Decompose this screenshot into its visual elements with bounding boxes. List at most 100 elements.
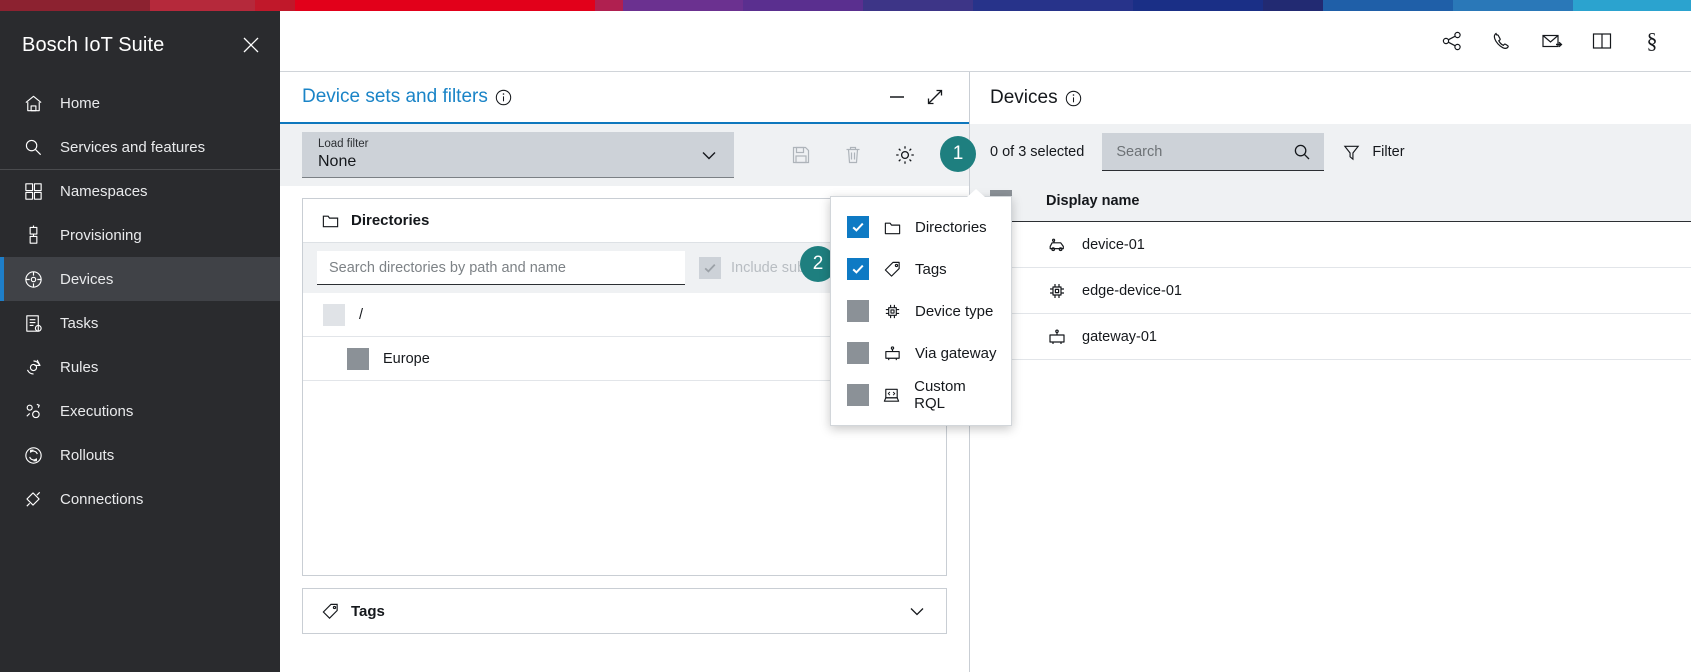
dropdown-item-device-type[interactable]: Device type [831,290,1011,332]
home-icon [22,92,44,114]
devices-search-input[interactable] [1116,143,1287,160]
load-filter-select[interactable]: Load filter None [302,132,734,178]
tag-icon [321,602,340,621]
funnel-icon [1342,143,1361,162]
sidebar-item-devices[interactable]: Devices [0,257,280,301]
sidebar-item-label: Provisioning [60,226,142,244]
dropdown-checkbox[interactable] [847,300,869,322]
phone-icon[interactable] [1489,28,1515,54]
devices-panel: Devices 0 of 3 selected Search Filter Di… [970,72,1691,672]
expand-icon[interactable] [923,85,947,109]
annotation-badge-1: 1 [940,136,976,172]
tags-card[interactable]: Tags [302,588,947,634]
dropdown-item-directories[interactable]: Directories [831,206,1011,248]
sidebar-item-label: Connections [60,490,144,508]
device-name-label: edge-device-01 [1082,282,1182,299]
car-icon [1046,234,1068,256]
mail-icon[interactable] [1539,28,1565,54]
devices-search-box[interactable] [1102,133,1325,171]
filter-button-label: Filter [1372,144,1405,160]
dropdown-item-via-gateway[interactable]: Via gateway [831,332,1011,374]
sidebar-item-connections[interactable]: Connections [0,477,280,521]
supergraphic-segment [595,0,623,11]
directories-card-title: Directories [351,212,430,229]
sidebar-item-label: Tasks [60,314,99,332]
dropdown-checkbox[interactable] [847,342,869,364]
chevron-down-icon [698,144,720,166]
sidebar-item-home[interactable]: Home [0,81,280,125]
sidebar: Bosch IoT Suite Home Services and feature… [0,11,280,672]
table-row[interactable]: edge-device-01 [970,268,1691,314]
dropdown-item-tags[interactable]: Tags [831,248,1011,290]
save-icon[interactable] [788,142,814,168]
executions-icon [22,400,44,422]
supergraphic-segment [743,0,863,11]
minimize-icon[interactable] [885,85,909,109]
search-directories-input[interactable] [317,251,685,285]
left-panel-header: Device sets and filters [280,72,969,124]
tags-card-header[interactable]: Tags [303,589,946,633]
search-icon[interactable] [1292,142,1312,162]
sidebar-item-label: Home [60,94,101,112]
dropdown-checkbox[interactable] [847,216,869,238]
tasks-icon [22,312,44,334]
connections-icon [22,488,44,510]
folder-icon [882,217,902,237]
device-name-label: device-01 [1082,236,1145,253]
app-title: Bosch IoT Suite [22,33,165,56]
dropdown-item-label: Custom RQL [914,378,966,412]
sidebar-item-executions[interactable]: Executions [0,389,280,433]
sidebar-item-rollouts[interactable]: Rollouts [0,433,280,477]
info-icon[interactable] [495,89,512,106]
sidebar-nav-list: Home Services and features Namespaces Provi… [0,81,280,521]
dropdown-checkbox[interactable] [847,258,869,280]
bosch-supergraphic [0,0,1691,11]
gateway-icon [882,343,902,363]
dropdown-item-label: Directories [915,218,987,236]
filter-toolbar: Load filter None 1 [280,124,976,186]
dropdown-item-custom-rql[interactable]: Custom RQL [831,374,1011,416]
gear-icon[interactable] [892,142,918,168]
filter-button[interactable]: Filter [1342,143,1405,162]
directory-label: / [359,306,364,323]
directory-checkbox[interactable] [323,303,345,326]
dropdown-checkbox[interactable] [847,384,869,406]
left-panel-title-group: Device sets and filters [302,86,512,108]
device-name-cell: device-01 [1046,234,1145,256]
share-icon[interactable] [1439,28,1465,54]
chevron-down-icon[interactable] [906,600,928,622]
close-icon[interactable] [236,30,266,60]
supergraphic-segment [1263,0,1323,11]
sidebar-item-services-and-features[interactable]: Services and features [0,125,280,169]
devices-icon [22,268,44,290]
directory-checkbox[interactable] [347,347,369,370]
device-name-cell: edge-device-01 [1046,280,1182,302]
sidebar-item-provisioning[interactable]: Provisioning [0,213,280,257]
legal-section-icon[interactable]: § [1639,28,1665,54]
supergraphic-segment [863,0,973,11]
provisioning-icon [22,224,44,246]
sidebar-item-label: Rollouts [60,446,115,464]
book-icon[interactable] [1589,28,1615,54]
supergraphic-segment [150,0,255,11]
tags-card-title: Tags [351,602,385,620]
devices-table-body: device-01 edge-device-01 gateway-01 [970,222,1691,360]
devices-title-group: Devices [990,87,1082,109]
directory-label: Europe [383,350,430,367]
include-subdirectories-checkbox[interactable] [699,257,721,279]
app-root: Bosch IoT Suite Home Services and feature… [0,0,1691,672]
supergraphic-segment [623,0,743,11]
supergraphic-segment [1133,0,1263,11]
table-row[interactable]: gateway-01 [970,314,1691,360]
table-row[interactable]: device-01 [970,222,1691,268]
left-panel-actions [885,85,947,109]
sidebar-item-tasks[interactable]: Tasks [0,301,280,345]
sidebar-item-rules[interactable]: Rules [0,345,280,389]
trash-icon[interactable] [840,142,866,168]
info-icon[interactable] [1065,90,1082,107]
load-filter-caption: Load filter [318,137,369,150]
chip-icon [1046,280,1068,302]
device-name-label: gateway-01 [1082,328,1157,345]
dropdown-item-label: Device type [915,302,994,320]
sidebar-item-namespaces[interactable]: Namespaces [0,169,280,213]
